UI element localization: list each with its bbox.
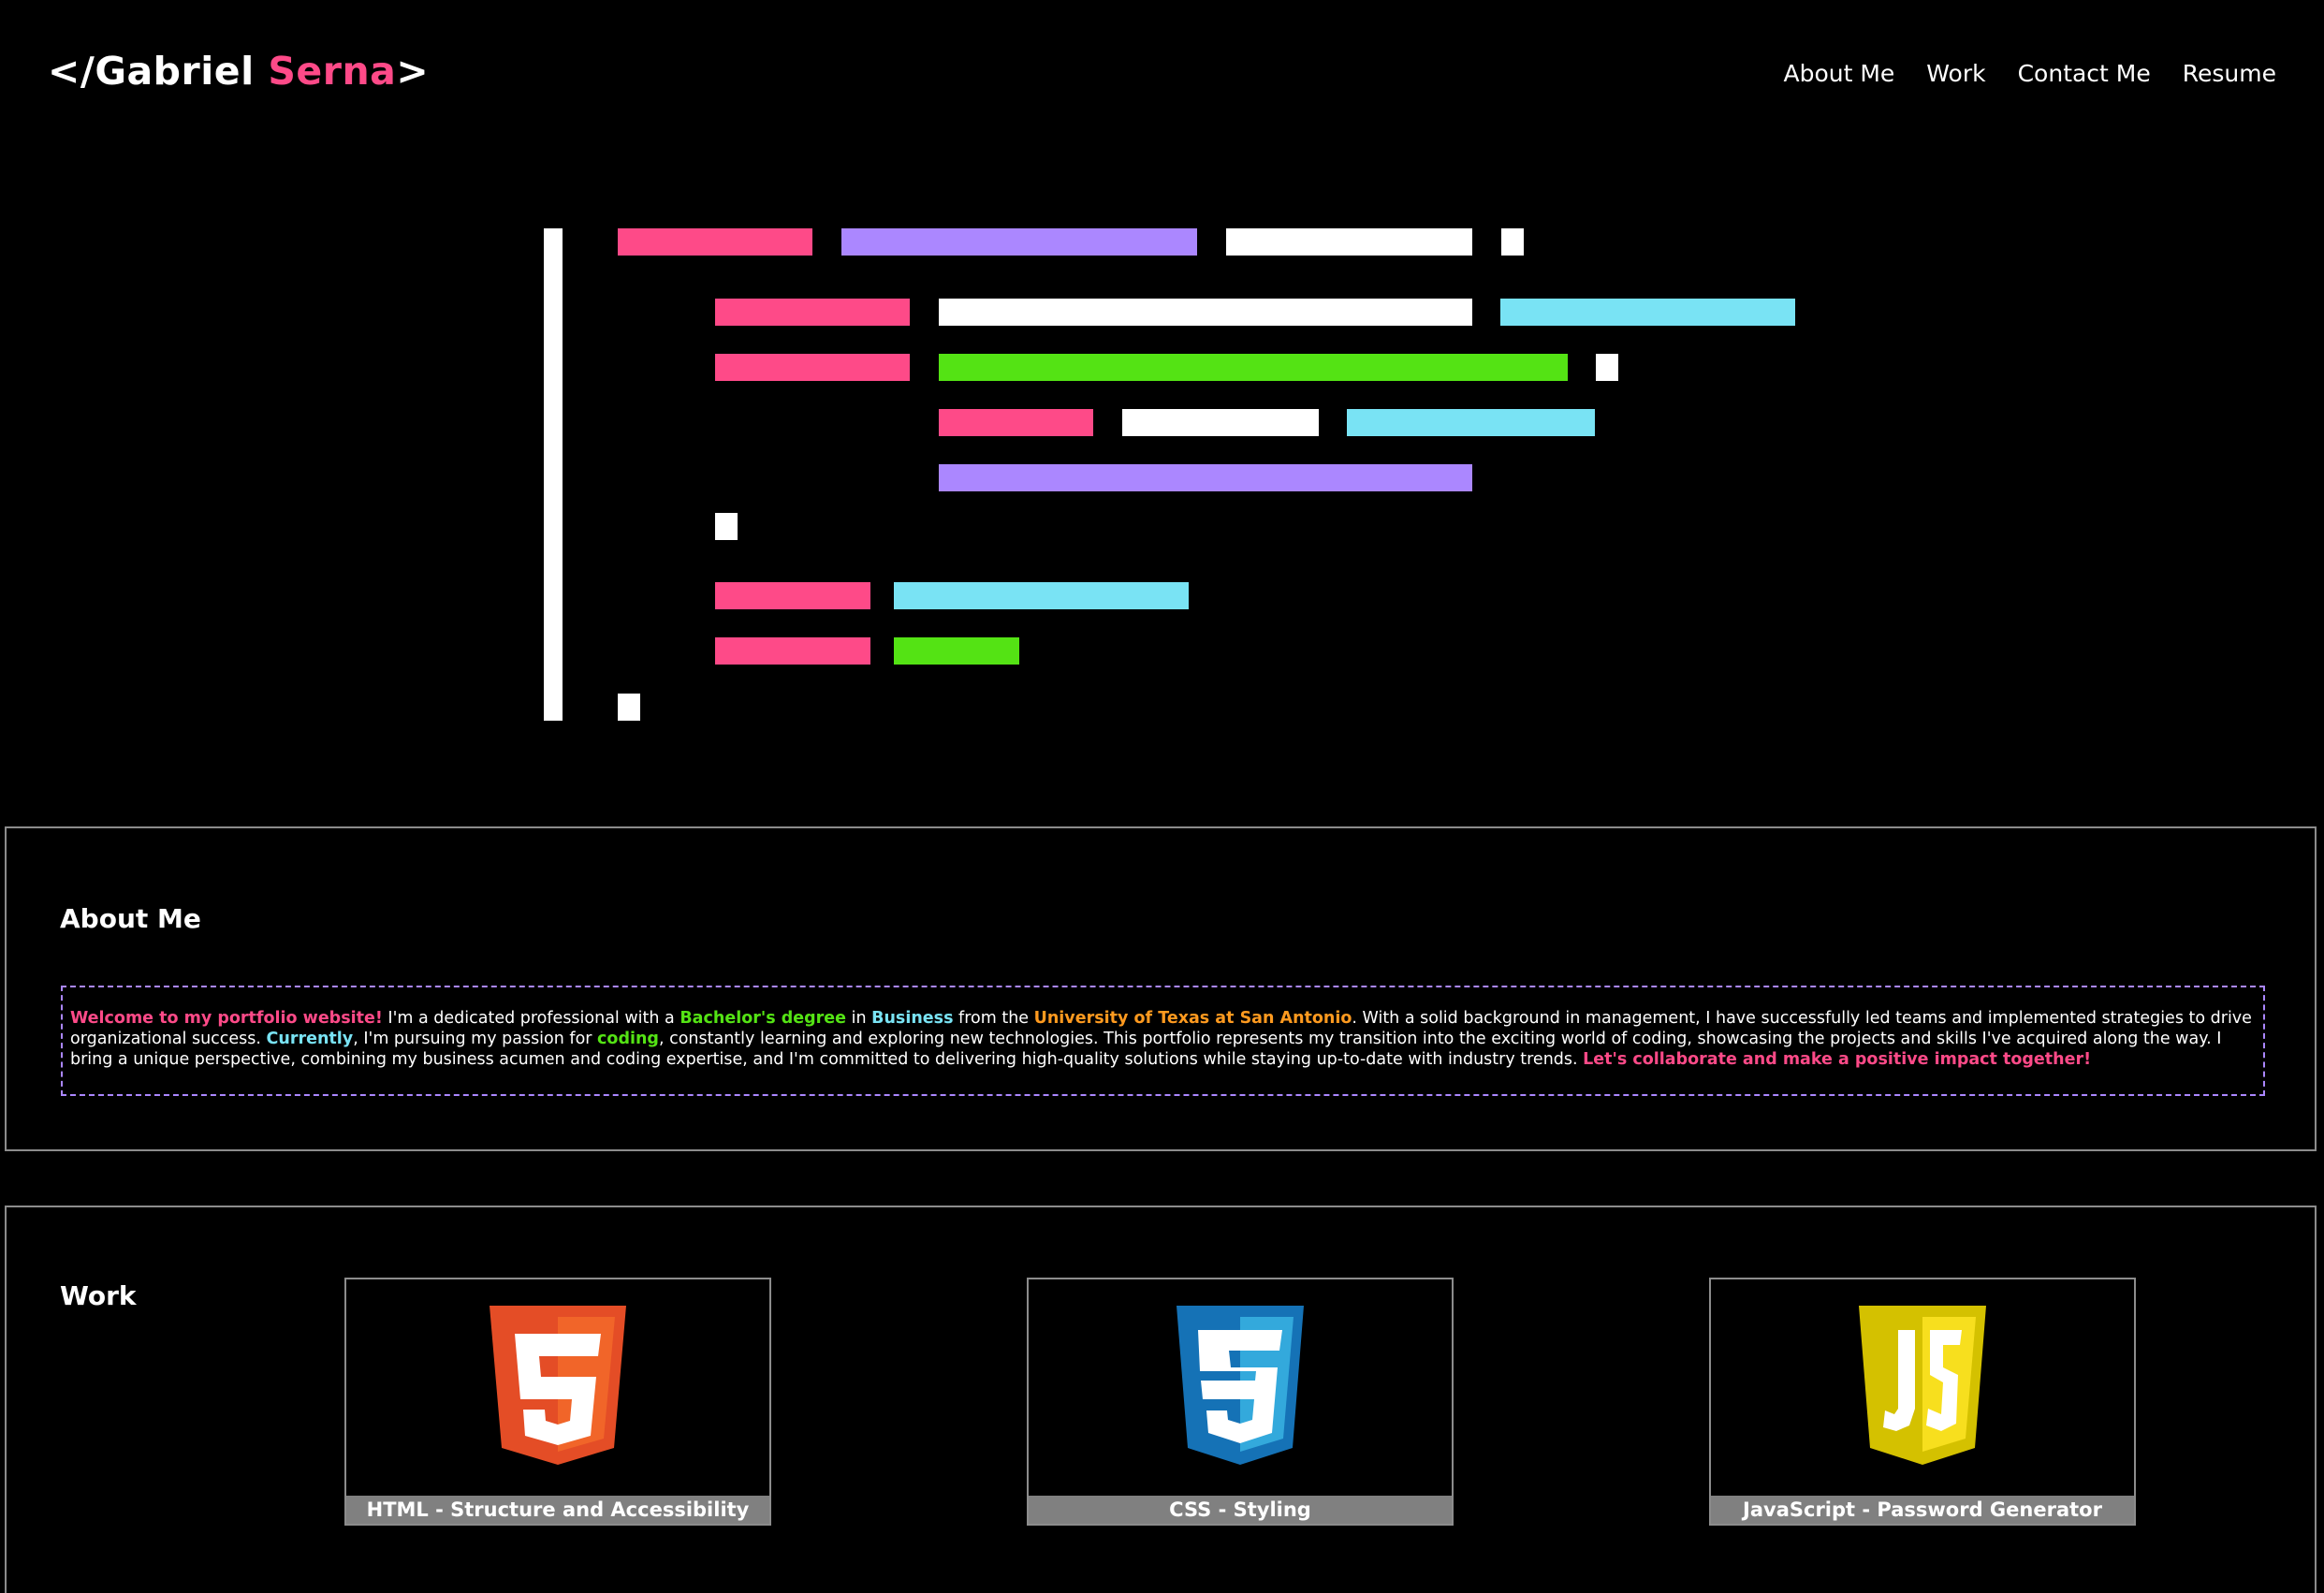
logo-last-name: Serna: [268, 49, 397, 94]
nav-about-me[interactable]: About Me: [1783, 60, 1894, 87]
code-bar: [544, 228, 563, 721]
code-bar: [1501, 228, 1524, 256]
code-bar: [715, 582, 870, 609]
about-section: About Me Welcome to my portfolio website…: [5, 826, 2317, 1151]
code-bar: [715, 354, 910, 381]
site-header: </Gabriel Serna> About Me Work Contact M…: [0, 0, 2324, 154]
logo-prefix: </: [48, 49, 95, 94]
project-caption: CSS - Styling: [1029, 1496, 1452, 1524]
about-text: in: [846, 1009, 872, 1028]
code-bar: [939, 354, 1568, 381]
code-bar: [715, 637, 870, 665]
code-bar: [1596, 354, 1618, 381]
code-bar: [618, 694, 640, 721]
code-bar: [939, 464, 1472, 491]
site-logo[interactable]: </Gabriel Serna>: [48, 49, 429, 94]
degree-highlight: Bachelor's degree: [680, 1009, 847, 1028]
main-nav: About Me Work Contact Me Resume: [1783, 60, 2276, 87]
logo-first-name: Gabriel: [95, 49, 269, 94]
code-bar: [894, 582, 1189, 609]
code-bar: [715, 513, 738, 540]
code-bar: [894, 637, 1019, 665]
currently-highlight: Currently: [266, 1030, 354, 1048]
code-bar: [715, 299, 910, 326]
logo-suffix: >: [396, 49, 430, 94]
js-logo-icon: [1859, 1306, 1986, 1465]
project-caption: JavaScript - Password Generator: [1711, 1496, 2134, 1524]
project-card-css[interactable]: CSS - Styling: [1027, 1278, 1454, 1526]
code-bar: [618, 228, 812, 256]
collaborate-highlight: Let's collaborate and make a positive im…: [1583, 1050, 2092, 1069]
code-bar: [1500, 299, 1795, 326]
welcome-highlight: Welcome to my portfolio website!: [70, 1009, 383, 1028]
code-bar: [939, 409, 1093, 436]
code-bar: [939, 299, 1472, 326]
project-image: [1711, 1279, 2134, 1498]
about-paragraph: Welcome to my portfolio website! I'm a d…: [61, 986, 2265, 1096]
code-bar: [1226, 228, 1472, 256]
business-highlight: Business: [871, 1009, 954, 1028]
about-text: , I'm pursuing my passion for: [353, 1030, 598, 1048]
coding-highlight: coding: [597, 1030, 659, 1048]
work-title: Work: [60, 1280, 137, 1311]
nav-resume[interactable]: Resume: [2183, 60, 2276, 87]
project-card-javascript[interactable]: JavaScript - Password Generator: [1709, 1278, 2136, 1526]
nav-work[interactable]: Work: [1926, 60, 1985, 87]
project-caption: HTML - Structure and Accessibility: [346, 1496, 769, 1524]
project-image: [1029, 1279, 1452, 1498]
work-section: Work HTML - Structure and Accessibility …: [5, 1206, 2317, 1593]
project-card-html[interactable]: HTML - Structure and Accessibility: [344, 1278, 771, 1526]
about-title: About Me: [60, 903, 201, 934]
css3-logo-icon: [1177, 1306, 1304, 1465]
hero-code-illustration: [0, 154, 2324, 810]
about-text: from the: [953, 1009, 1034, 1028]
html5-logo-icon: [490, 1306, 626, 1465]
nav-contact-me[interactable]: Contact Me: [2018, 60, 2151, 87]
university-highlight: University of Texas at San Antonio: [1033, 1009, 1352, 1028]
code-bar: [841, 228, 1197, 256]
about-text: I'm a dedicated professional with a: [382, 1009, 680, 1028]
project-image: [346, 1279, 769, 1498]
code-bar: [1347, 409, 1595, 436]
code-bar: [1122, 409, 1319, 436]
